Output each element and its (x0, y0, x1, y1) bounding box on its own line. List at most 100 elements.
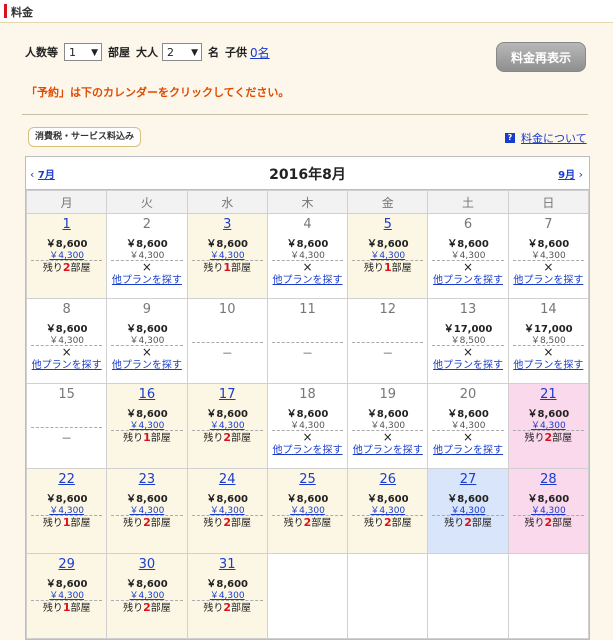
calendar-day-cell[interactable]: 5 ￥8,600 ￥4,300 残り1部屋 (347, 213, 429, 299)
day-link[interactable]: 25 (299, 472, 316, 487)
chevron-right-icon: › (578, 168, 583, 181)
calendar-day-cell[interactable]: 1 ￥8,600 ￥4,300 残り2部屋 (25, 213, 108, 299)
calendar-day-cell[interactable]: 28 ￥8,600 ￥4,300 残り2部屋 (507, 468, 590, 554)
other-plans-link[interactable]: 他プランを探す (107, 274, 186, 288)
other-plans-link[interactable]: 他プランを探す (428, 274, 507, 288)
other-plans-link[interactable]: 他プランを探す (268, 444, 347, 458)
rooms-remaining-count: 2 (223, 516, 232, 529)
day-number: 3 (188, 217, 267, 233)
day-link[interactable]: 29 (58, 557, 75, 572)
calendar-day-cell: 18 ￥8,600 ￥4,300 × 他プランを探す (266, 383, 349, 469)
other-plans-link[interactable]: 他プランを探す (428, 444, 507, 458)
rooms-remaining[interactable]: 残り2部屋 (348, 516, 427, 530)
day-label: 4 (303, 217, 312, 232)
price-calendar: ‹ 7月 2016年8月 9月 › 月火水木金土日 1 ￥8,600 ￥4,300 残… (25, 156, 590, 640)
rooms-remaining[interactable]: 残り2部屋 (107, 516, 186, 530)
rooms-remaining[interactable]: 残り2部屋 (509, 431, 588, 445)
calendar-day-cell: 13 ￥17,000 ￥8,500 × 他プランを探す (427, 298, 509, 384)
adults-select[interactable]: 2 ▼ (162, 43, 202, 61)
rooms-remaining[interactable]: 残り1部屋 (27, 516, 106, 530)
day-label: 7 (544, 217, 553, 232)
day-link[interactable]: 31 (219, 557, 236, 572)
rooms-remaining[interactable]: 残り2部屋 (107, 601, 186, 615)
fee-info-link[interactable]: ? 料金について (505, 130, 587, 146)
calendar-day-cell[interactable]: 26 ￥8,600 ￥4,300 残り2部屋 (347, 468, 429, 554)
day-link[interactable]: 28 (540, 472, 557, 487)
calendar-day-cell[interactable]: 27 ￥8,600 ￥4,300 残り2部屋 (427, 468, 509, 554)
rooms-remaining[interactable]: 残り2部屋 (27, 261, 106, 275)
adult-price: ￥8,600 (126, 494, 168, 505)
rooms-remaining[interactable]: 残り2部屋 (509, 516, 588, 530)
day-link[interactable]: 23 (139, 472, 156, 487)
rooms-remaining[interactable]: 残り1部屋 (188, 261, 267, 275)
adult-price: ￥8,600 (286, 239, 329, 250)
calendar-day-cell[interactable]: 30 ￥8,600 ￥4,300 残り2部屋 (106, 553, 188, 639)
unavailable-dash: － (31, 427, 103, 446)
calendar-day-cell[interactable]: 16 ￥8,600 ￥4,300 残り1部屋 (106, 383, 188, 469)
calendar-day-cell[interactable]: 24 ￥8,600 ￥4,300 残り2部屋 (186, 468, 268, 554)
other-plans-link[interactable]: 他プランを探す (509, 274, 588, 288)
calendar-day-cell[interactable]: 25 ￥8,600 ￥4,300 残り2部屋 (266, 468, 349, 554)
sold-out-mark: × (382, 430, 393, 444)
rooms-remaining[interactable]: 残り2部屋 (188, 601, 267, 615)
child-price: ￥4,300 (512, 418, 584, 431)
day-link[interactable]: 17 (219, 387, 236, 402)
rooms-remaining[interactable]: 残り1部屋 (27, 601, 106, 615)
sold-out-mark: × (141, 345, 152, 359)
chevron-down-icon: ▼ (191, 48, 198, 58)
calendar-day-cell[interactable]: 17 ￥8,600 ￥4,300 残り2部屋 (186, 383, 268, 469)
day-link[interactable]: 26 (379, 472, 396, 487)
calendar-day-cell[interactable]: 23 ￥8,600 ￥4,300 残り2部屋 (106, 468, 188, 554)
next-month[interactable]: 9月 › (558, 166, 583, 181)
calendar-day-cell: 4 ￥8,600 ￥4,300 × 他プランを探す (266, 213, 349, 299)
children-count-link[interactable]: 0名 (250, 44, 270, 61)
rooms-remaining[interactable]: 残り2部屋 (188, 516, 267, 530)
calendar-day-cell[interactable]: 3 ￥8,600 ￥4,300 残り1部屋 (186, 213, 268, 299)
day-label: 18 (299, 387, 316, 402)
calendar-day-cell: 10 － (186, 298, 268, 384)
rooms-remaining-count: 2 (464, 516, 472, 529)
rooms-remaining-count: 2 (544, 516, 553, 529)
day-link[interactable]: 5 (384, 217, 392, 232)
day-label: 20 (459, 387, 477, 402)
day-number: 4 (268, 217, 347, 233)
rooms-remaining[interactable]: 残り1部屋 (348, 261, 427, 275)
chevron-down-icon: ▼ (91, 48, 98, 58)
rooms-select[interactable]: 1 ▼ (64, 43, 102, 61)
calendar-day-cell: 7 ￥8,600 ￥4,300 × 他プランを探す (507, 213, 590, 299)
rooms-remaining[interactable]: 残り1部屋 (107, 431, 186, 445)
rooms-remaining[interactable]: 残り2部屋 (428, 516, 507, 530)
day-number: 22 (27, 472, 106, 488)
refresh-price-button[interactable]: 料金再表示 (496, 42, 586, 72)
day-number: 7 (509, 217, 588, 233)
day-link[interactable]: 21 (540, 387, 557, 402)
day-link[interactable]: 16 (139, 387, 156, 402)
other-plans-link[interactable]: 他プランを探す (348, 444, 427, 458)
day-link[interactable]: 3 (223, 217, 231, 232)
day-link[interactable]: 27 (460, 472, 477, 487)
day-link[interactable]: 24 (219, 472, 236, 487)
calendar-day-cell[interactable]: 22 ￥8,600 ￥4,300 残り1部屋 (25, 468, 108, 554)
other-plans-link[interactable]: 他プランを探す (27, 359, 106, 373)
day-link[interactable]: 1 (63, 217, 71, 232)
divider (22, 114, 588, 115)
child-price: ￥4,300 (31, 503, 103, 516)
rooms-remaining[interactable]: 残り2部屋 (268, 516, 347, 530)
day-link[interactable]: 22 (58, 472, 75, 487)
other-plans-link[interactable]: 他プランを探す (509, 359, 588, 373)
sold-out-mark: × (463, 430, 474, 444)
other-plans-link[interactable]: 他プランを探す (268, 274, 347, 288)
day-label: 13 (459, 302, 477, 317)
child-price: ￥4,300 (432, 503, 504, 516)
adult-price: ￥8,600 (447, 494, 489, 505)
section-title: 料金 (11, 6, 33, 19)
other-plans-link[interactable]: 他プランを探す (428, 359, 507, 373)
rooms-remaining[interactable]: 残り2部屋 (188, 431, 267, 445)
calendar-day-cell[interactable]: 21 ￥8,600 ￥4,300 残り2部屋 (507, 383, 590, 469)
calendar-day-cell[interactable]: 29 ￥8,600 ￥4,300 残り1部屋 (25, 553, 108, 639)
day-link[interactable]: 30 (139, 557, 156, 572)
rooms-label: 人数等 (25, 46, 58, 59)
other-plans-link[interactable]: 他プランを探す (107, 359, 186, 373)
calendar-day-cell[interactable]: 31 ￥8,600 ￥4,300 残り2部屋 (186, 553, 268, 639)
day-label: 11 (299, 302, 316, 317)
